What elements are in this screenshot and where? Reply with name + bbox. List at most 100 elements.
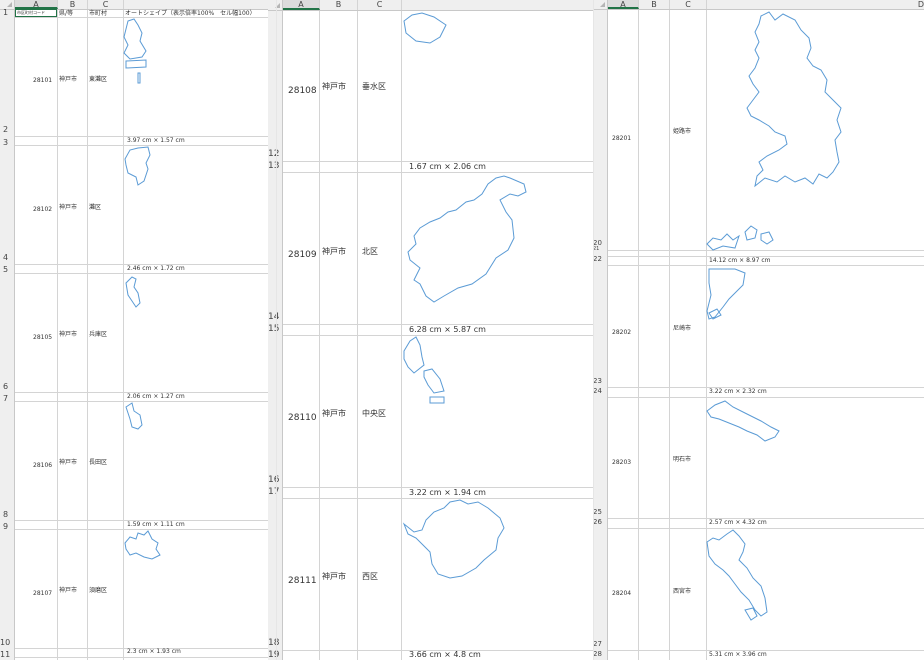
cell-code[interactable]: 28108 xyxy=(288,86,317,96)
cell-city[interactable]: 須磨区 xyxy=(89,585,107,594)
cell-pref[interactable]: 神戸市 xyxy=(322,571,346,582)
cell-size[interactable]: 5.31 cm × 3.96 cm xyxy=(709,651,767,658)
row-number[interactable]: 19 xyxy=(268,650,279,660)
cell-pref[interactable]: 神戸市 xyxy=(322,246,346,257)
row-number[interactable]: 23 xyxy=(593,377,602,385)
row-number[interactable]: 5 xyxy=(3,265,8,274)
row-number[interactable]: 1 xyxy=(3,8,8,17)
column-header-b[interactable]: B xyxy=(639,0,670,9)
column-header-b[interactable]: B xyxy=(320,0,358,10)
district-shape-suma[interactable] xyxy=(122,529,167,564)
district-shape-chuo[interactable] xyxy=(400,335,460,415)
cell-code[interactable]: 28102 xyxy=(33,206,52,213)
row-number[interactable]: 10 xyxy=(0,638,10,647)
cell-code[interactable]: 28110 xyxy=(288,413,317,423)
cell-code[interactable]: 28101 xyxy=(33,77,52,84)
column-header-a[interactable]: A xyxy=(283,0,320,10)
row-number[interactable]: 26 xyxy=(593,518,602,526)
cell-size[interactable]: 1.67 cm × 2.06 cm xyxy=(409,162,486,171)
district-shape-himeji[interactable] xyxy=(701,8,861,252)
row-number[interactable]: 25 xyxy=(593,508,602,516)
panel-divider xyxy=(276,0,277,660)
cell-pref[interactable]: 神戸市 xyxy=(59,585,77,594)
cell-city[interactable]: 兵庫区 xyxy=(89,329,107,338)
district-shape-amagasaki[interactable] xyxy=(705,265,755,325)
cell-pref[interactable]: 神戸市 xyxy=(59,329,77,338)
cell-size[interactable]: 3.22 cm × 2.32 cm xyxy=(709,388,767,395)
district-shape-higashinada[interactable] xyxy=(120,15,160,95)
cell-city[interactable]: 明石市 xyxy=(673,454,691,463)
district-shape-nada[interactable] xyxy=(122,145,162,190)
cell-size[interactable]: 3.97 cm × 1.57 cm xyxy=(127,137,185,144)
row-number[interactable]: 11 xyxy=(0,650,10,659)
column-header-a[interactable]: A xyxy=(608,0,639,9)
cell-code[interactable]: 28107 xyxy=(33,590,52,597)
cell-pref[interactable]: 神戸市 xyxy=(59,202,77,211)
sheet-panel-right: A B C D 20 21 22 23 24 25 26 27 28 28201… xyxy=(593,0,924,660)
column-header-c[interactable]: C xyxy=(358,0,402,10)
cell-city[interactable]: 西宮市 xyxy=(673,586,691,595)
district-shape-akashi[interactable] xyxy=(705,397,785,447)
header-pref[interactable]: 県/等 xyxy=(59,8,73,17)
cell-size[interactable]: 2.3 cm × 1.93 cm xyxy=(127,648,181,655)
cell-city[interactable]: 中央区 xyxy=(362,408,386,419)
cell-size[interactable]: 2.06 cm × 1.27 cm xyxy=(127,393,185,400)
header-code[interactable]: 市区町村コード xyxy=(17,9,45,17)
cell-code[interactable]: 28203 xyxy=(612,459,631,466)
row-number[interactable]: 13 xyxy=(268,161,279,171)
district-shape-kita[interactable] xyxy=(400,172,530,312)
district-shape-tarumi[interactable] xyxy=(400,11,460,51)
cell-code[interactable]: 28109 xyxy=(288,250,317,260)
row-number[interactable]: 22 xyxy=(593,255,602,263)
row-number[interactable]: 14 xyxy=(268,312,279,322)
cell-code[interactable]: 28202 xyxy=(612,329,631,336)
row-number[interactable]: 15 xyxy=(268,324,279,334)
row-number[interactable]: 17 xyxy=(268,487,279,497)
cell-pref[interactable]: 神戸市 xyxy=(322,81,346,92)
row-number[interactable]: 6 xyxy=(3,382,8,391)
cell-size[interactable]: 3.66 cm × 4.8 cm xyxy=(409,650,481,659)
cell-code[interactable]: 28111 xyxy=(288,576,317,586)
cell-code[interactable]: 28105 xyxy=(33,334,52,341)
district-shape-nagata[interactable] xyxy=(122,401,152,436)
cell-size[interactable]: 14.12 cm × 8.97 cm xyxy=(709,257,770,264)
cell-code[interactable]: 28106 xyxy=(33,462,52,469)
cell-size[interactable]: 2.46 cm × 1.72 cm xyxy=(127,265,185,272)
cell-city[interactable]: 姫路市 xyxy=(673,126,691,135)
row-number[interactable]: 8 xyxy=(3,510,8,519)
row-number[interactable]: 3 xyxy=(3,138,8,147)
row-number[interactable]: 4 xyxy=(3,253,8,262)
row-number[interactable]: 9 xyxy=(3,522,8,531)
cell-pref[interactable]: 神戸市 xyxy=(322,408,346,419)
column-header-a[interactable]: A xyxy=(15,0,58,9)
row-number[interactable]: 12 xyxy=(268,149,279,159)
cell-code[interactable]: 28204 xyxy=(612,590,631,597)
district-shape-nishinomiya[interactable] xyxy=(705,528,775,628)
sheet-panel-middle: A B C 12 13 14 15 16 17 18 19 28108 神戸市 … xyxy=(268,0,593,660)
cell-city[interactable]: 西区 xyxy=(362,571,378,582)
row-number[interactable]: 7 xyxy=(3,394,8,403)
row-number[interactable]: 2 xyxy=(3,125,8,134)
cell-size[interactable]: 6.28 cm × 5.87 cm xyxy=(409,325,486,334)
row-number[interactable]: 18 xyxy=(268,638,279,648)
cell-size[interactable]: 3.22 cm × 1.94 cm xyxy=(409,488,486,497)
cell-size[interactable]: 1.59 cm × 1.11 cm xyxy=(127,521,185,528)
district-shape-hyogo[interactable] xyxy=(122,273,152,313)
cell-city[interactable]: 尼崎市 xyxy=(673,323,691,332)
cell-code[interactable]: 28201 xyxy=(612,135,631,142)
row-number[interactable]: 16 xyxy=(268,475,279,485)
header-city[interactable]: 市町村 xyxy=(89,8,107,17)
cell-city[interactable]: 長田区 xyxy=(89,457,107,466)
cell-city[interactable]: 北区 xyxy=(362,246,378,257)
cell-pref[interactable]: 神戸市 xyxy=(59,74,77,83)
cell-city[interactable]: 灘区 xyxy=(89,202,101,211)
cell-city[interactable]: 東灘区 xyxy=(89,74,107,83)
row-number[interactable]: 24 xyxy=(593,387,602,395)
cell-city[interactable]: 垂水区 xyxy=(362,81,386,92)
row-number[interactable]: 28 xyxy=(593,650,602,658)
cell-pref[interactable]: 神戸市 xyxy=(59,457,77,466)
select-all-corner[interactable] xyxy=(593,0,608,10)
row-number[interactable]: 27 xyxy=(593,640,602,648)
district-shape-nishi[interactable] xyxy=(400,498,510,588)
cell-size[interactable]: 2.57 cm × 4.32 cm xyxy=(709,519,767,526)
